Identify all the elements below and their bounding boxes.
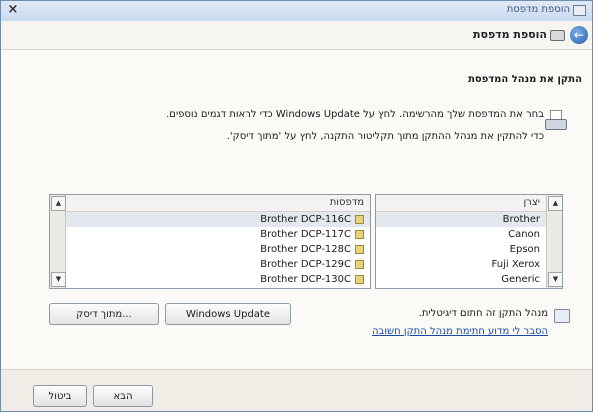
list-item[interactable]: Generic [376,272,546,287]
driver-signing-help-link[interactable]: הסבר לי מדוע חתימת מנהל התקן חשובה [372,326,548,337]
navigation-bar: ← הוספת מדפסת [1,21,592,50]
signed-driver-icon [554,309,570,323]
instruction-line-1: בחר את המדפסת שלך מהרשימה. לחץ על Window… [166,109,544,120]
page-title: הוספת מדפסת [472,28,547,41]
printer-label: Brother DCP-117C [260,229,351,240]
dialog-footer: הבא ביטול [1,369,592,411]
scroll-down-icon[interactable]: ▼ [548,272,562,287]
driver-file-icon [355,214,364,224]
instruction-line-2: כדי להתקין את מנהל ההתקן מתוך תקליטור הת… [226,131,544,142]
list-item[interactable]: Brother DCP-117C [66,227,370,242]
printer-column-header: מדפסות [66,195,370,212]
list-item[interactable]: Fuji Xerox [376,257,546,272]
printer-setup-icon [545,110,567,132]
list-item[interactable]: Brother DCP-128C [66,242,370,257]
list-item[interactable]: Brother DCP-116C [66,212,370,227]
list-item[interactable]: Brother DCP-129C [66,257,370,272]
driver-file-icon [355,274,364,284]
scroll-up-icon[interactable]: ▲ [548,196,562,211]
manufacturer-column-header: יצרן [376,195,546,212]
driver-file-icon [355,229,364,239]
driver-selection-panel: התקן את מנהל המדפסת בחר את המדפסת שלך מה… [1,50,592,368]
back-arrow-icon[interactable]: ← [570,26,588,44]
printer-label: Brother DCP-129C [260,259,351,270]
scroll-up-icon[interactable]: ▲ [51,196,66,211]
driver-file-icon [355,259,364,269]
printer-items: Brother DCP-116C Brother DCP-117C Brothe… [66,212,370,288]
close-icon[interactable]: × [5,2,21,18]
printer-label: Brother DCP-130C [260,274,351,285]
window-title: הוספת מדפסת [506,4,570,15]
printer-label: Brother DCP-116C [260,214,351,225]
manufacturer-items: Brother Canon Epson Fuji Xerox Generic [376,212,546,288]
driver-signed-text: מנהל התקן זה חתום דיגיטלית. [418,308,548,319]
manufacturer-scrollbar[interactable]: ▲ ▼ [546,195,562,288]
windows-update-button[interactable]: Windows Update [165,303,291,325]
list-item[interactable]: Epson [376,242,546,257]
have-disk-button[interactable]: מתוך דיסק... [49,303,159,325]
add-printer-window: × הוספת מדפסת ← הוספת מדפסת התקן את מנהל… [0,0,593,412]
manufacturer-list[interactable]: יצרן Brother Canon Epson Fuji Xerox Gene… [375,194,563,289]
title-bar: × הוספת מדפסת [1,1,592,22]
cancel-button[interactable]: ביטול [33,385,87,407]
driver-file-icon [355,244,364,254]
list-item[interactable]: Brother [376,212,546,227]
next-button[interactable]: הבא [93,385,153,407]
printer-label: Brother DCP-128C [260,244,351,255]
printer-scrollbar[interactable]: ▲ ▼ [50,195,66,288]
printer-list[interactable]: מדפסות Brother DCP-116C Brother DCP-117C… [49,194,371,289]
printer-icon [573,5,586,16]
list-item[interactable]: Canon [376,227,546,242]
list-item[interactable]: Brother DCP-130C [66,272,370,287]
printer-icon [550,30,565,41]
scroll-down-icon[interactable]: ▼ [51,272,66,287]
section-title: התקן את מנהל המדפסת [468,74,582,85]
